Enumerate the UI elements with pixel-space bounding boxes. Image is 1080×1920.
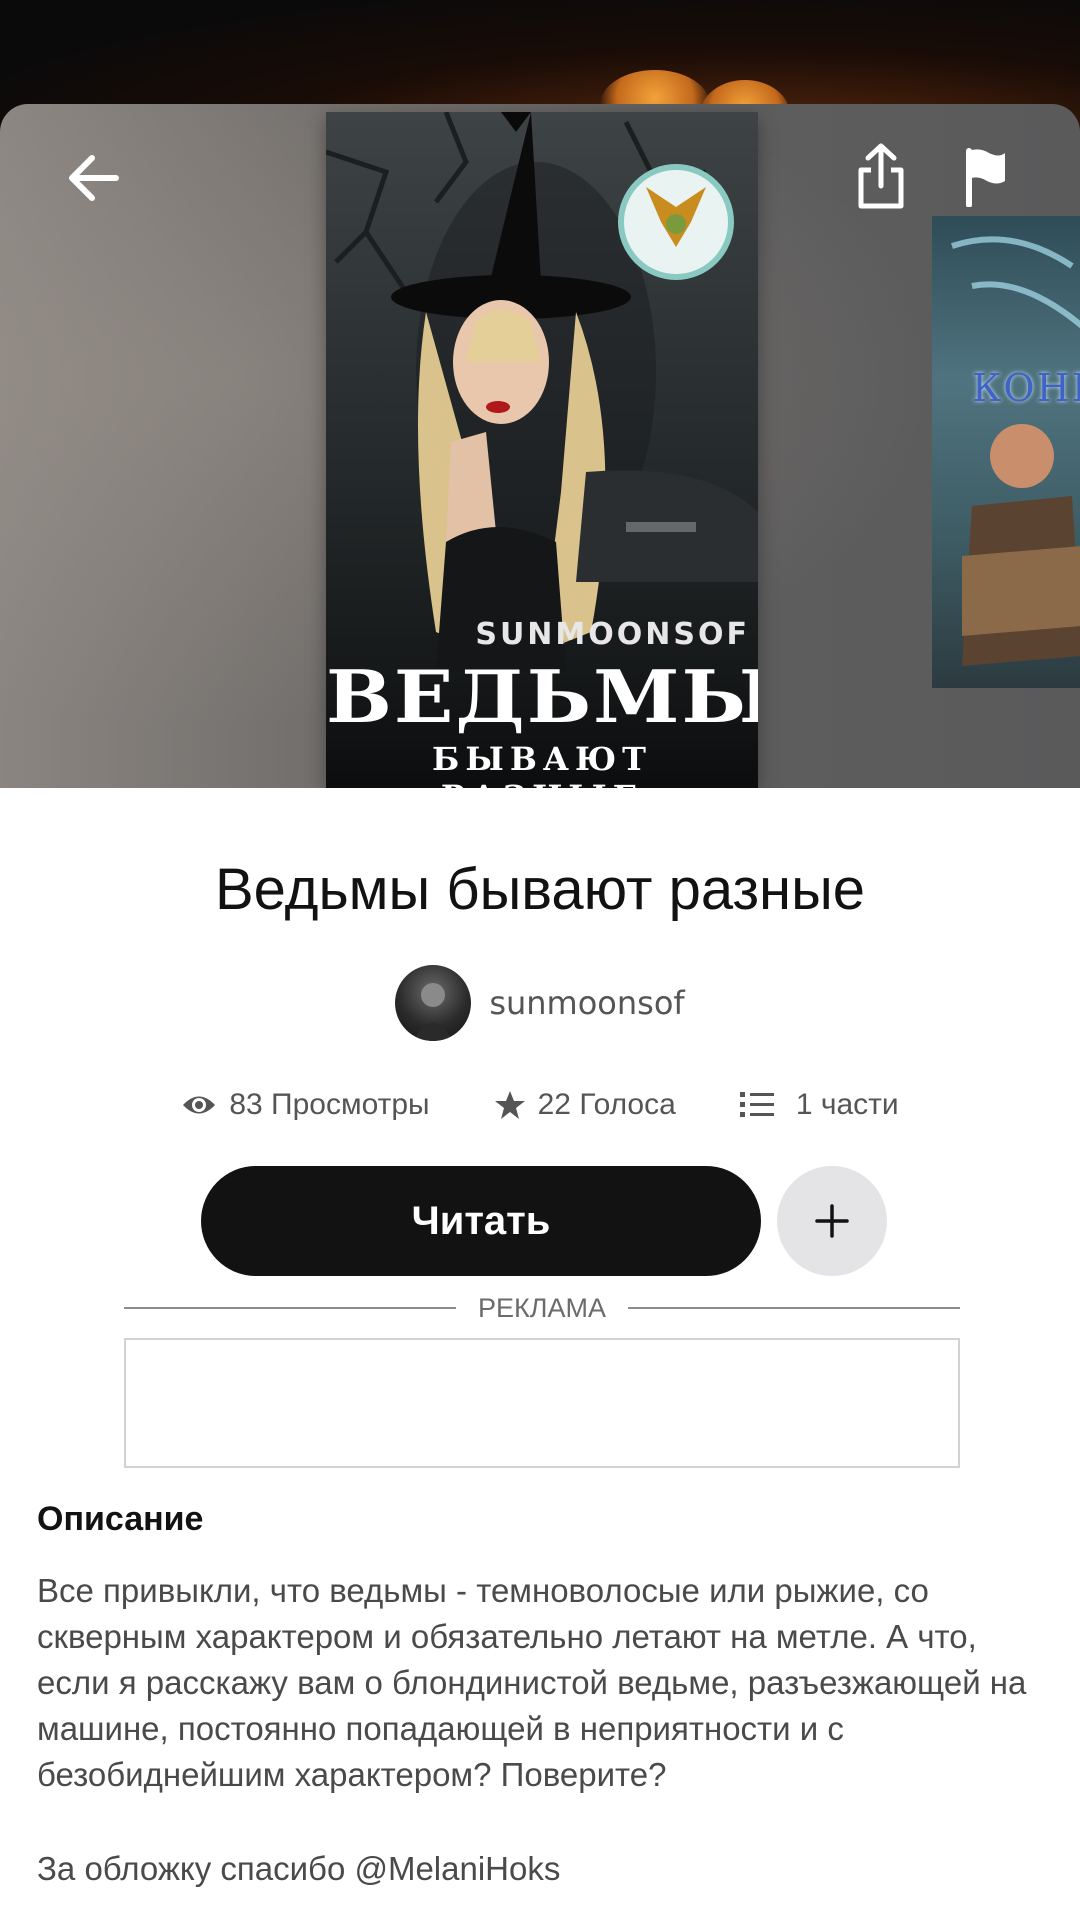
- views-count: 83 Просмотры: [229, 1088, 430, 1121]
- author-name[interactable]: sunmoonsof: [489, 984, 684, 1022]
- next-cover-title: КОНЕ: [972, 366, 1080, 410]
- votes-stat: 22 Голоса: [494, 1088, 676, 1122]
- list-icon: [739, 1092, 774, 1117]
- plus-icon: [815, 1204, 849, 1238]
- avatar[interactable]: [395, 965, 472, 1041]
- cover-author-text: SUNMOONSOF: [475, 617, 750, 652]
- ad-slot[interactable]: [124, 1338, 960, 1468]
- share-icon: [858, 143, 904, 209]
- next-book-cover[interactable]: КОНЕ: [932, 216, 1080, 688]
- views-stat: 83 Просмотры: [181, 1088, 430, 1122]
- eye-icon: [183, 1096, 216, 1114]
- back-button[interactable]: [58, 142, 130, 214]
- ad-label-row: РЕКЛАМА: [124, 1290, 961, 1326]
- report-button[interactable]: [956, 140, 1016, 212]
- cover-subtitle-text: БЫВАЮТ РАЗНЫЕ: [432, 740, 652, 788]
- story-title: Ведьмы бывают разные: [214, 857, 866, 922]
- add-to-library-button[interactable]: [777, 1166, 887, 1276]
- star-icon: [494, 1091, 525, 1119]
- read-button[interactable]: Читать: [201, 1166, 761, 1276]
- share-button[interactable]: [848, 136, 914, 216]
- cover-credit: За обложку спасибо @MelaniHoks: [37, 1850, 561, 1887]
- description-heading: Описание: [37, 1500, 204, 1538]
- ad-label: РЕКЛАМА: [478, 1292, 606, 1323]
- parts-stat[interactable]: 1 части: [739, 1088, 899, 1122]
- flag-icon: [966, 148, 1005, 207]
- divider: [124, 1307, 457, 1309]
- divider: [628, 1307, 961, 1309]
- author-row[interactable]: sunmoonsof: [0, 964, 1080, 1042]
- story-stats: 83 Просмотры 22 Голоса 1 части: [0, 1080, 1080, 1130]
- book-cover[interactable]: SUNMOONSOF ВЕДЬМЫ БЫВАЮТ РАЗНЫЕ: [326, 112, 758, 788]
- cover-title-text: ВЕДЬМЫ: [326, 655, 758, 740]
- description-text: Все привыкли, что ведьмы - темноволосые …: [37, 1572, 1027, 1793]
- cover-carousel[interactable]: SUNMOONSOF ВЕДЬМЫ БЫВАЮТ РАЗНЫЕ КОНЕ: [0, 104, 1080, 788]
- parts-count: 1 части: [795, 1088, 899, 1121]
- votes-count: 22 Голоса: [537, 1088, 676, 1121]
- arrow-left-icon: [69, 155, 119, 201]
